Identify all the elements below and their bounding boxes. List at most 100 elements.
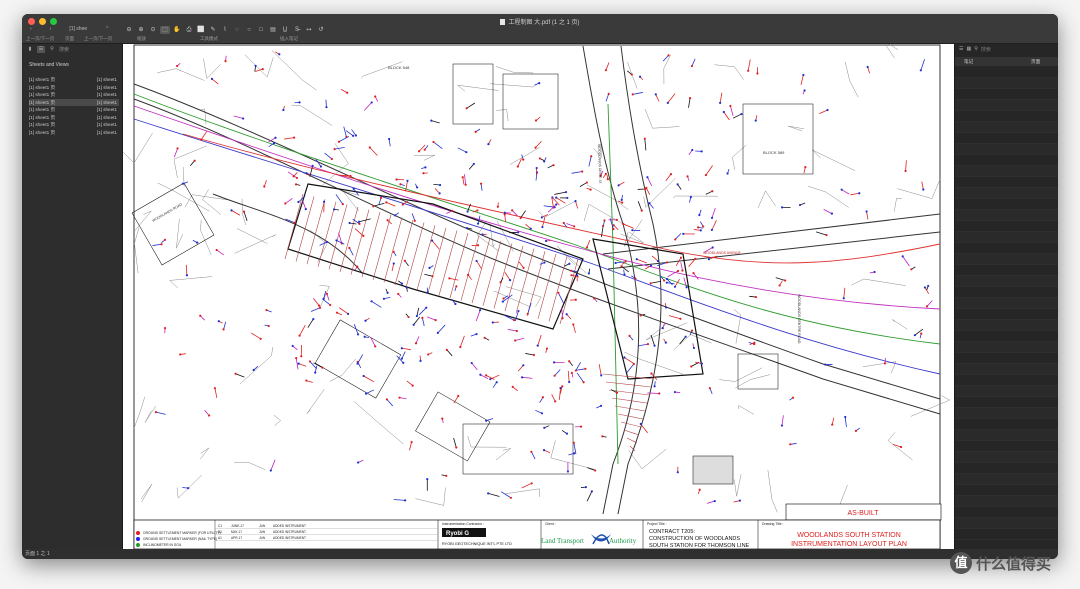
notes-row xyxy=(955,67,1058,78)
instrument-marker xyxy=(413,219,416,222)
instrument-marker xyxy=(298,334,301,337)
shape-rect-icon[interactable]: □ xyxy=(256,26,266,34)
underline-icon[interactable]: U̲ xyxy=(280,26,290,34)
instrument-marker xyxy=(676,471,679,474)
document-canvas[interactable]: AS-BUILT BLOCK 548 BLOCK 589 WOODLANDS A… xyxy=(123,44,954,549)
annotate-icon[interactable]: ⌇ xyxy=(220,26,230,34)
project-title-1: CONTRACT T205: xyxy=(649,529,695,535)
instrument-marker xyxy=(555,196,558,199)
instrument-marker xyxy=(700,150,703,153)
instrument-marker xyxy=(726,172,729,175)
instrument-marker xyxy=(566,196,569,200)
current-sheet-field[interactable]: [1] shee xyxy=(69,26,87,32)
notes-row xyxy=(955,254,1058,265)
instrument-marker xyxy=(639,314,642,317)
zoom-fit-icon[interactable]: ⊙ xyxy=(148,26,158,34)
sidebar-toggle-icon[interactable]: ▮ xyxy=(26,46,34,53)
revision-by: JLW xyxy=(259,530,265,534)
instrument-marker xyxy=(330,157,333,161)
sidebar-sheet-item[interactable]: [1] sheet1 页 [1] sheet1 xyxy=(29,129,119,136)
instrument-marker xyxy=(516,165,519,168)
notes-search-input[interactable]: 搜索 xyxy=(981,46,991,53)
search-icon[interactable]: ⚲ xyxy=(48,46,56,53)
select-icon[interactable]: ⬚ xyxy=(160,26,170,34)
instrument-marker xyxy=(542,449,546,452)
instrument-marker xyxy=(784,279,787,282)
instrument-marker xyxy=(333,208,336,211)
instrument-marker xyxy=(474,130,477,133)
window-titlebar: 工程制图 大.pdf (1 之 1 页) ‹ › [1] shee ⌃ 上一页/… xyxy=(22,14,1058,44)
instrument-marker xyxy=(711,190,714,193)
watermark-text: 什么值得买 xyxy=(976,554,1052,573)
instrument-marker xyxy=(708,387,711,390)
instrument-marker xyxy=(830,212,834,215)
sidebar-list-icon[interactable]: ☰ xyxy=(37,46,45,53)
sidebar-sheet-item[interactable]: [1] sheet1 页 [1] sheet1 xyxy=(29,106,119,113)
instrument-marker xyxy=(292,175,295,178)
instrument-marker xyxy=(321,366,324,369)
prev-arrow-icon[interactable]: ‹ xyxy=(30,26,32,32)
instrument-marker xyxy=(679,256,683,259)
instrument-marker xyxy=(419,359,422,362)
lasso-icon[interactable]: ◌ xyxy=(232,26,242,34)
zoom-out-icon[interactable]: ⊖ xyxy=(124,26,134,34)
instrument-marker xyxy=(298,101,301,104)
instrument-marker xyxy=(694,257,697,260)
instrument-marker xyxy=(689,195,692,199)
instrument-marker xyxy=(479,309,482,312)
instrument-marker xyxy=(899,445,903,449)
sidebar-sheet-item[interactable]: [1] sheet1 页 [1] sheet1 xyxy=(29,84,119,91)
instrument-marker xyxy=(646,343,650,346)
notes-row xyxy=(955,397,1058,408)
instrument-marker xyxy=(691,148,694,152)
instrument-marker xyxy=(311,164,314,167)
instrument-marker xyxy=(844,415,847,419)
undo-icon[interactable]: ↺ xyxy=(316,26,326,34)
notes-row xyxy=(955,496,1058,507)
notes-list-icon[interactable]: ☰ xyxy=(959,46,963,53)
sidebar-sheet-item[interactable]: [1] sheet1 页 [1] sheet1 xyxy=(29,114,119,121)
next-arrow-icon[interactable]: › xyxy=(50,26,52,32)
instrument-marker xyxy=(483,336,486,339)
instrument-marker xyxy=(398,396,401,399)
arrow-icon[interactable]: ↦ xyxy=(304,26,314,34)
instrument-marker xyxy=(461,176,464,179)
notes-row xyxy=(955,518,1058,529)
instrument-marker xyxy=(581,170,584,173)
instrument-marker xyxy=(388,137,391,141)
instrument-marker xyxy=(484,374,488,377)
sidebar-sheet-item[interactable]: [1] sheet1 页 [1] sheet1 xyxy=(29,121,119,128)
notes-column-header[interactable]: 笔记 xyxy=(964,57,973,66)
instrument-marker xyxy=(831,423,834,426)
sidebar-sheet-item[interactable]: [1] sheet1 页 [1] sheet1 xyxy=(29,91,119,98)
hand-icon[interactable]: ✋ xyxy=(172,26,182,34)
page-column-header[interactable]: 页面 xyxy=(1031,57,1040,66)
instrument-marker xyxy=(645,186,648,189)
instrument-marker xyxy=(348,246,351,250)
shape-circle-icon[interactable]: ○ xyxy=(244,26,254,34)
highlight-icon[interactable]: ▤ xyxy=(268,26,278,34)
zoom-in-icon[interactable]: ⊕ xyxy=(136,26,146,34)
prev-page-icon[interactable]: ⌃ xyxy=(105,26,109,32)
instrument-marker xyxy=(590,155,593,158)
instrument-marker xyxy=(424,166,427,169)
instrument-marker xyxy=(579,425,583,428)
strike-icon[interactable]: S̶ xyxy=(292,26,302,34)
instrument-marker xyxy=(356,265,359,268)
rect-select-icon[interactable]: ⬜ xyxy=(196,26,206,34)
instrument-marker xyxy=(297,200,300,204)
notes-row xyxy=(955,188,1058,199)
instrument-marker xyxy=(649,264,653,267)
instrument-marker xyxy=(526,312,529,316)
search-icon[interactable]: ⚲ xyxy=(974,46,978,53)
print-icon[interactable]: ⎙ xyxy=(184,26,194,34)
instrument-marker xyxy=(318,304,321,307)
notes-grid-icon[interactable]: ▦ xyxy=(966,46,971,53)
instrument-marker xyxy=(574,200,577,203)
sidebar-search-input[interactable]: 搜索 xyxy=(59,46,69,53)
notes-row xyxy=(955,287,1058,298)
instrument-marker xyxy=(780,206,784,209)
sidebar-sheet-item[interactable]: [1] sheet1 页 [1] sheet1 xyxy=(29,98,119,106)
sidebar-sheet-item[interactable]: [1] sheet1 页 [1] sheet1 xyxy=(29,76,119,83)
pen-icon[interactable]: ✎ xyxy=(208,26,218,34)
